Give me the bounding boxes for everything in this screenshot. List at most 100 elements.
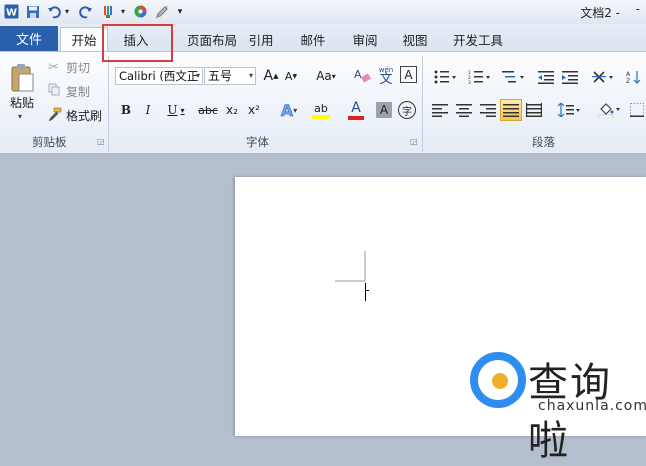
bold-button[interactable]: B [116, 100, 136, 120]
increase-indent-button[interactable] [560, 67, 580, 87]
paint-brush-icon[interactable] [100, 3, 118, 20]
ribbon-tab-bar: 文件 开始 插入 页面布局 引用 邮件 审阅 视图 开发工具 [0, 24, 646, 51]
copy-button[interactable]: 复制 [48, 82, 94, 100]
minimize-button[interactable]: - [636, 2, 640, 16]
character-border-icon: A [404, 67, 413, 82]
font-size-combo[interactable]: 五号 ▾ [204, 67, 256, 85]
clipboard-icon [11, 64, 34, 92]
sort-button[interactable]: AZ [624, 67, 644, 87]
paste-dropdown-icon[interactable]: ▾ [18, 112, 22, 121]
enclose-characters-icon: 字 [402, 106, 412, 118]
svg-text:3: 3 [468, 80, 471, 84]
justify-button[interactable] [500, 99, 522, 121]
italic-icon: I [145, 103, 151, 117]
svg-text:Z: Z [626, 78, 630, 84]
change-case-button[interactable]: Aa ▾ [312, 67, 340, 85]
borders-button[interactable] [628, 100, 646, 120]
shrink-font-button[interactable]: A ▼ [282, 67, 300, 85]
ribbon-panel: 粘贴 ▾ ✂ 剪切 复制 格式刷 剪贴板 ◲ Calibri (西文正 ▾ 五号 … [0, 51, 646, 154]
save-icon[interactable] [24, 3, 42, 20]
superscript-icon: x² [248, 103, 260, 117]
tab-home[interactable]: 开始 [60, 27, 108, 51]
grow-font-button[interactable]: A ▲ [262, 67, 280, 85]
shrink-font-icon: A [284, 69, 293, 83]
svg-text:A: A [626, 71, 631, 78]
font-color-icon: A [351, 100, 361, 116]
clipboard-group-label: 剪贴板 [32, 135, 67, 149]
align-right-button[interactable] [478, 100, 498, 120]
character-shading-button[interactable]: A [376, 102, 392, 118]
bullets-icon [434, 70, 456, 84]
line-spacing-button[interactable] [554, 100, 584, 120]
word-app-icon[interactable]: W [2, 3, 20, 20]
tab-references[interactable]: 引用 [240, 27, 282, 51]
tab-developer[interactable]: 开发工具 [446, 27, 510, 51]
copy-icon [48, 83, 66, 99]
format-painter-button[interactable]: 格式刷 [48, 106, 106, 124]
align-left-button[interactable] [430, 100, 450, 120]
decrease-indent-button[interactable] [536, 67, 556, 87]
distributed-button[interactable] [524, 100, 544, 120]
italic-button[interactable]: I [138, 100, 158, 120]
copy-label: 复制 [66, 84, 91, 99]
underline-button[interactable]: U ▾ [162, 100, 190, 120]
tab-view[interactable]: 视图 [394, 27, 436, 51]
chinese-layout-button[interactable] [588, 67, 618, 87]
brush-dropdown-icon[interactable]: ▾ [118, 3, 128, 20]
font-launcher-icon[interactable]: ◲ [410, 137, 418, 146]
align-center-button[interactable] [454, 100, 474, 120]
redo-icon[interactable] [78, 3, 94, 20]
customize-toolbar-icon[interactable]: ▾ [174, 3, 186, 20]
font-size-value: 五号 [208, 69, 233, 83]
pen-icon[interactable] [154, 3, 170, 20]
increase-indent-icon [562, 71, 578, 84]
scissors-icon: ✂ [48, 59, 59, 75]
borders-icon [630, 103, 644, 117]
character-shading-icon: A [379, 103, 389, 117]
paste-label: 粘贴 [10, 96, 35, 110]
bold-icon: B [120, 103, 132, 117]
margin-corner-mark [335, 251, 366, 282]
tab-file[interactable]: 文件 [0, 26, 58, 51]
undo-dropdown-icon[interactable]: ▾ [62, 3, 72, 20]
character-border-button[interactable]: A [400, 66, 417, 83]
svg-text:W: W [5, 8, 16, 19]
enclose-characters-button[interactable]: 字 [398, 101, 416, 119]
strikethrough-button[interactable]: abc [196, 100, 220, 120]
document-title: 文档2 - [580, 6, 620, 20]
bullets-button[interactable] [430, 67, 460, 87]
tab-mailings[interactable]: 邮件 [292, 27, 334, 51]
grow-font-icon: A [263, 68, 274, 84]
format-painter-icon [48, 107, 66, 124]
format-painter-label: 格式刷 [66, 108, 103, 123]
phonetic-guide-button[interactable]: wén 文 [376, 64, 396, 86]
highlight-button[interactable]: ab [306, 99, 336, 121]
multilevel-list-button[interactable] [498, 67, 528, 87]
line-spacing-icon [558, 103, 580, 117]
group-divider [422, 56, 423, 152]
cut-button[interactable]: ✂ 剪切 [48, 58, 94, 76]
multilevel-list-icon [502, 71, 524, 83]
chevron-down-icon: ▾ [248, 71, 253, 80]
subscript-button[interactable]: x₂ [222, 100, 242, 120]
text-effects-button[interactable]: A ▾ [276, 99, 302, 121]
font-color-bar [348, 116, 364, 120]
clear-formatting-button[interactable]: A [352, 65, 372, 85]
text-effects-icon: A [280, 100, 294, 120]
shading-button[interactable] [594, 100, 624, 120]
title-bar: W ▾ ▾ ▾ 文档2 - - [0, 0, 646, 24]
font-color-button[interactable]: A [342, 99, 370, 121]
paint-bucket-icon [598, 103, 620, 118]
align-center-icon [456, 104, 472, 117]
sort-icon: AZ [626, 71, 641, 84]
color-wheel-icon[interactable] [132, 3, 148, 20]
cut-label: 剪切 [66, 60, 91, 75]
tab-review[interactable]: 审阅 [344, 27, 386, 51]
numbering-button[interactable]: 123 [464, 67, 494, 87]
clipboard-launcher-icon[interactable]: ◲ [97, 137, 105, 146]
svg-text:A: A [354, 68, 362, 81]
superscript-button[interactable]: x² [244, 100, 264, 120]
font-name-combo[interactable]: Calibri (西文正 ▾ [115, 67, 203, 85]
highlight-icon: ab [314, 101, 328, 115]
undo-icon[interactable] [46, 3, 62, 20]
